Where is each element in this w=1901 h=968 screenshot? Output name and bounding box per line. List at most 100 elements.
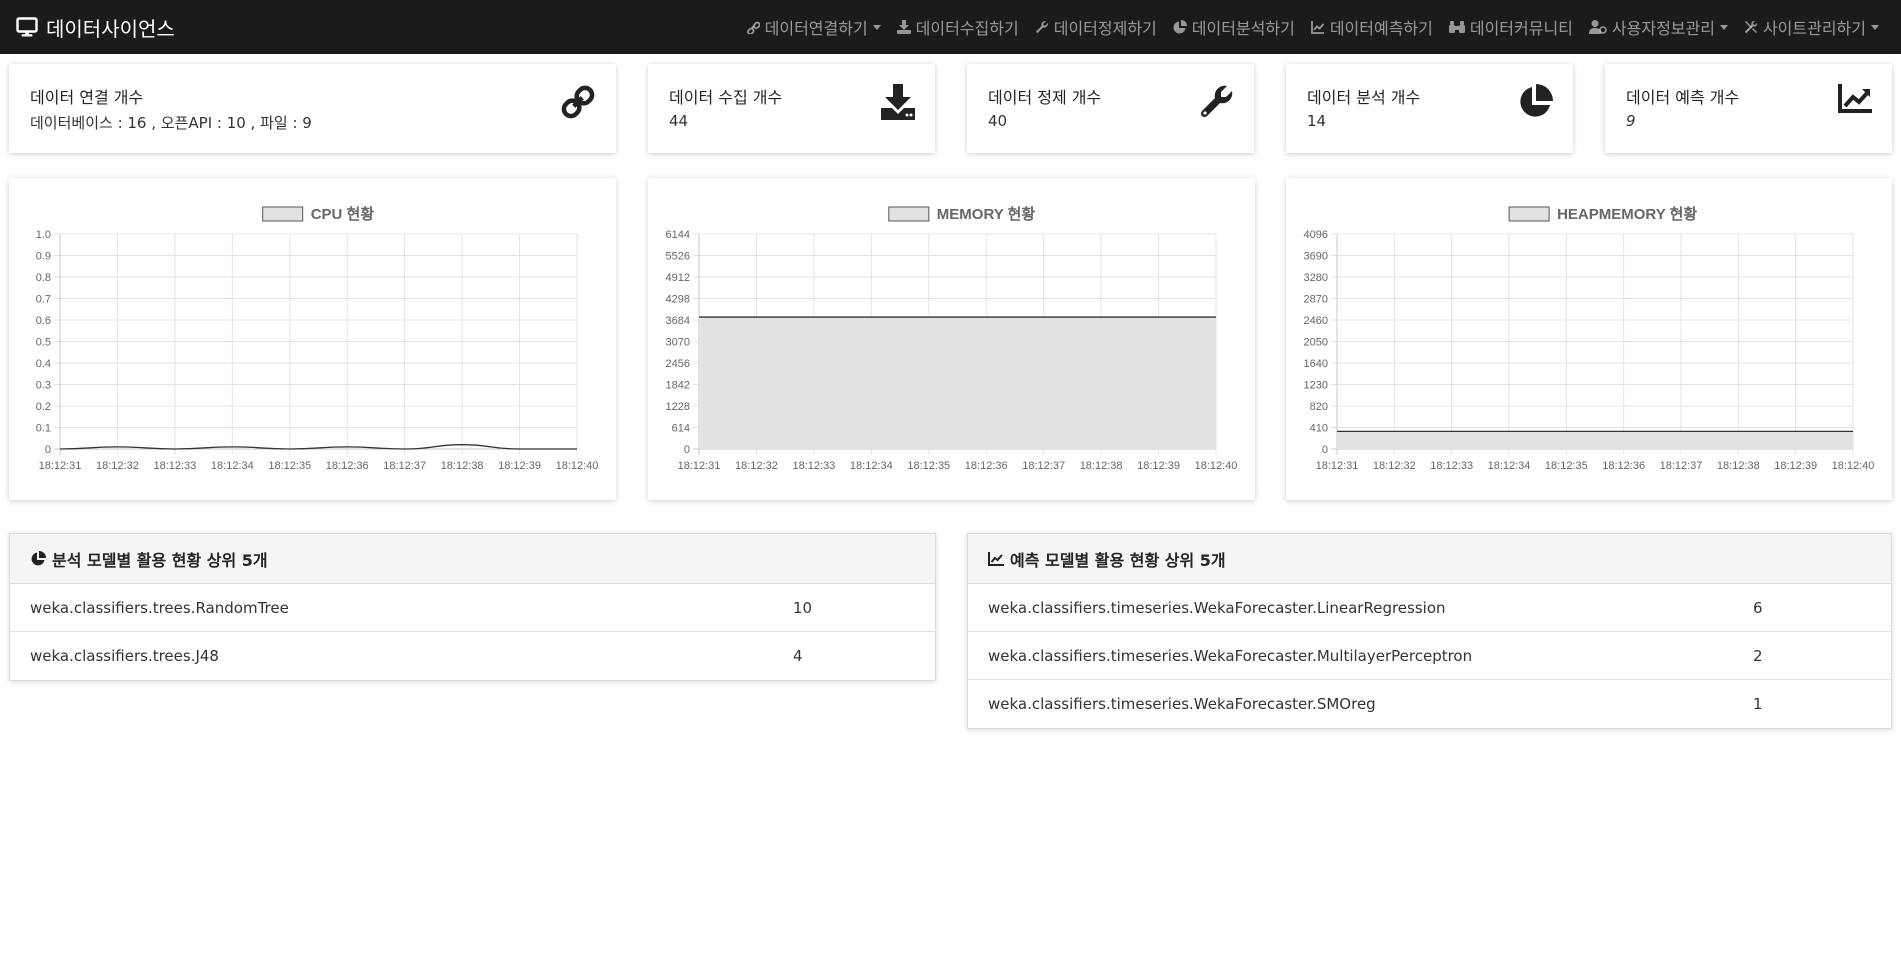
table-row: weka.classifiers.timeseries.WekaForecast… [968, 584, 1891, 632]
stat-value: 9 [1626, 112, 1636, 130]
x-tick-label: 18:12:34 [1488, 460, 1531, 472]
model-name: weka.classifiers.trees.RandomTree [30, 598, 289, 617]
model-name: weka.classifiers.timeseries.WekaForecast… [988, 695, 1376, 713]
panel-title: 분석 모델별 활용 현황 상위 5개 [52, 550, 268, 570]
y-tick-label: 0.4 [36, 358, 51, 370]
top-navbar: 데이터사이언스 데이터연결하기 데이터수집하기 데이터정제하기 데이터분석하기 … [0, 0, 1901, 54]
panel-header: 분석 모델별 활용 현황 상위 5개 [10, 534, 935, 584]
link-icon [746, 21, 760, 34]
heapmemory-chart: HEAPMEMORY 현황 4096 3690 3280 2870 2460 2050 164… [1304, 205, 1875, 472]
nav-item-collect[interactable]: 데이터수집하기 [889, 0, 1027, 54]
tools-icon [1744, 20, 1758, 33]
table-row: weka.classifiers.timeseries.WekaForecast… [968, 632, 1891, 680]
x-tick-label: 18:12:39 [498, 460, 541, 472]
x-tick-label: 18:12:31 [39, 460, 82, 472]
pie-chart-icon [31, 550, 46, 565]
model-count: 2 [1753, 646, 1763, 665]
download-icon [881, 84, 915, 120]
brand-title: 데이터사이언스 [46, 16, 175, 41]
y-tick-label: 3070 [666, 337, 690, 349]
x-tick-label: 18:12:36 [1602, 460, 1645, 472]
model-count: 10 [793, 598, 813, 617]
y-tick-label: 4096 [1304, 229, 1328, 241]
x-tick-label: 18:12:32 [1373, 460, 1416, 472]
y-tick-label: 410 [1310, 423, 1328, 435]
nav-label: 사이트관리하기 [1762, 19, 1866, 38]
heapmemory-chart-card: HEAPMEMORY 현황 4096 3690 3280 2870 2460 2050 164… [1286, 178, 1892, 500]
x-tick-label: 18:12:35 [907, 460, 950, 472]
x-tick-label: 18:12:33 [792, 460, 835, 472]
user-cog-icon [1588, 20, 1607, 34]
x-tick-label: 18:12:38 [441, 460, 484, 472]
nav-item-community[interactable]: 데이터커뮤니티 [1441, 0, 1581, 54]
x-tick-label: 18:12:34 [211, 460, 254, 472]
nav-label: 데이터수집하기 [915, 19, 1019, 38]
pie-chart-icon [1520, 84, 1553, 117]
download-icon [896, 20, 911, 34]
x-tick-label: 18:12:36 [326, 460, 369, 472]
y-tick-label: 0.3 [36, 380, 51, 392]
x-tick-label: 18:12:31 [1316, 460, 1359, 472]
line-chart-icon [1310, 21, 1324, 34]
panel-header: 예측 모델별 활용 현황 상위 5개 [968, 534, 1891, 584]
nav-item-analyze[interactable]: 데이터분석하기 [1165, 0, 1303, 54]
y-tick-label: 0.8 [36, 272, 51, 284]
y-tick-label: 4912 [666, 272, 690, 284]
x-tick-label: 18:12:31 [678, 460, 721, 472]
nav-label: 데이터연결하기 [764, 19, 868, 38]
nav-label: 데이터커뮤니티 [1469, 19, 1573, 38]
line-chart-icon [988, 551, 1004, 566]
y-tick-label: 0.7 [36, 294, 51, 306]
nav-item-refine[interactable]: 데이터정제하기 [1027, 0, 1165, 54]
stat-title: 데이터 수집 개수 [669, 88, 783, 107]
y-tick-label: 2870 [1304, 294, 1328, 306]
x-tick-label: 18:12:32 [96, 460, 139, 472]
y-tick-label: 614 [672, 423, 690, 435]
y-tick-label: 1842 [666, 380, 690, 392]
y-tick-label: 0.6 [36, 315, 51, 327]
nav-item-connect[interactable]: 데이터연결하기 [738, 0, 889, 54]
legend-swatch [1508, 206, 1550, 222]
y-tick-label: 1228 [666, 401, 690, 413]
y-tick-label: 3690 [1304, 251, 1328, 263]
x-tick-label: 18:12:39 [1774, 460, 1817, 472]
stat-card-refine: 데이터 정제 개수 40 [967, 64, 1254, 153]
chevron-down-icon [872, 24, 881, 30]
stat-title: 데이터 예측 개수 [1626, 88, 1740, 107]
nav-item-site[interactable]: 사이트관리하기 [1736, 0, 1887, 54]
x-tick-label: 18:12:40 [1195, 460, 1238, 472]
x-tick-label: 18:12:36 [965, 460, 1008, 472]
x-tick-label: 18:12:32 [735, 460, 778, 472]
y-tick-label: 3684 [666, 315, 690, 327]
area-fill [1337, 431, 1853, 449]
x-tick-label: 18:12:39 [1137, 460, 1180, 472]
y-tick-label: 2456 [666, 358, 690, 370]
legend-label: HEAPMEMORY 현황 [1557, 205, 1697, 223]
legend-swatch [262, 206, 304, 222]
x-tick-label: 18:12:37 [1022, 460, 1065, 472]
chevron-down-icon [1871, 24, 1879, 30]
cpu-chart-card: CPU 현황 1.0 0.9 0.8 0.7 0.6 0.5 0.4 0.3 0.2 0.1 0 18:… [9, 178, 616, 500]
stat-card-analyze: 데이터 분석 개수 14 [1286, 64, 1573, 153]
nav-item-predict[interactable]: 데이터예측하기 [1303, 0, 1441, 54]
x-tick-label: 18:12:35 [1545, 460, 1588, 472]
nav-item-user[interactable]: 사용자정보관리 [1581, 0, 1736, 54]
x-tick-label: 18:12:40 [1832, 460, 1875, 472]
model-name: weka.classifiers.trees.J48 [30, 647, 219, 665]
legend-label: CPU 현황 [311, 205, 375, 223]
table-row: weka.classifiers.timeseries.WekaForecast… [968, 680, 1891, 728]
y-tick-label: 2460 [1304, 315, 1328, 327]
legend-label: MEMORY 현황 [937, 205, 1036, 223]
y-tick-label: 2050 [1304, 337, 1328, 349]
x-tick-label: 18:12:33 [153, 460, 196, 472]
brand-link[interactable]: 데이터사이언스 [16, 0, 175, 54]
wrench-icon [1200, 85, 1233, 118]
model-name: weka.classifiers.timeseries.WekaForecast… [988, 646, 1473, 665]
y-tick-label: 1.0 [36, 229, 51, 241]
model-count: 1 [1753, 695, 1763, 713]
y-tick-label: 0.1 [36, 423, 51, 435]
y-tick-label: 0.2 [36, 401, 51, 413]
stat-card-connect: 데이터 연결 개수 데이터베이스 : 16 , 오픈API : 10 , 파일 … [9, 64, 616, 153]
stat-title: 데이터 연결 개수 [30, 88, 144, 107]
wrench-icon [1035, 20, 1048, 33]
